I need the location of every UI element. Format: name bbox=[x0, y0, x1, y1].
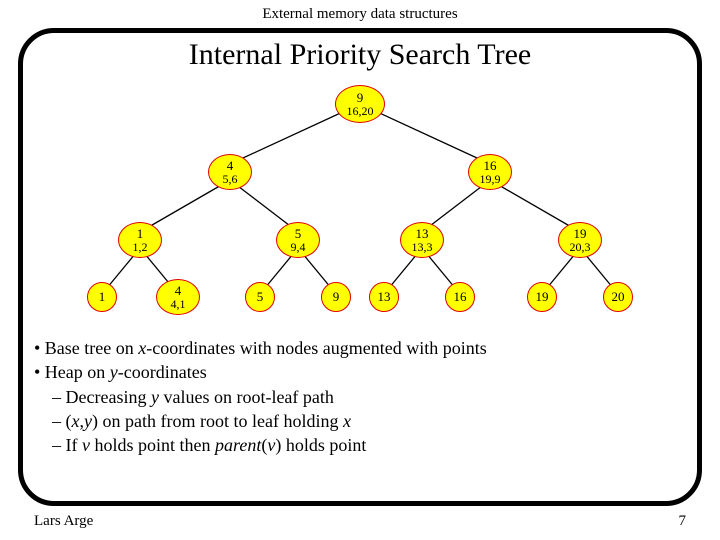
bullet-subitem: – If v holds point then parent(v) holds … bbox=[34, 433, 487, 457]
node-key: 20 bbox=[612, 290, 625, 304]
tree-leaf: 1 bbox=[87, 282, 117, 312]
node-point: 5,6 bbox=[223, 173, 238, 186]
node-key: 19 bbox=[536, 290, 549, 304]
bullet-subitem: – (x,y) on path from root to leaf holdin… bbox=[34, 409, 487, 433]
text: ) on path from root to leaf holding bbox=[92, 411, 343, 431]
bullet-item: • Base tree on x-coordinates with nodes … bbox=[34, 336, 487, 360]
node-point: 9,4 bbox=[291, 241, 306, 254]
tree-node: 5 9,4 bbox=[276, 222, 320, 258]
tree-leaf: 9 bbox=[321, 282, 351, 312]
node-point: 4,1 bbox=[171, 298, 186, 311]
text: – Decreasing bbox=[34, 387, 151, 407]
node-key: 16 bbox=[454, 290, 467, 304]
tree-node: 19 20,3 bbox=[558, 222, 602, 258]
node-key: 4 bbox=[175, 284, 182, 298]
text-italic: x bbox=[343, 411, 351, 431]
text: • Heap on bbox=[34, 362, 110, 382]
tree-node: 13 13,3 bbox=[400, 222, 444, 258]
slide: External memory data structures Internal… bbox=[0, 0, 720, 540]
bullet-subitem: – Decreasing y values on root-leaf path bbox=[34, 385, 487, 409]
tree-node: 16 19,9 bbox=[468, 154, 512, 190]
node-key: 9 bbox=[357, 91, 364, 105]
node-point: 13,3 bbox=[412, 241, 433, 254]
text: • Base tree on bbox=[34, 338, 138, 358]
text-italic: y bbox=[110, 362, 118, 382]
text-italic: y bbox=[84, 411, 92, 431]
tree-leaf: 19 bbox=[527, 282, 557, 312]
text: values on root-leaf path bbox=[159, 387, 334, 407]
node-point: 20,3 bbox=[570, 241, 591, 254]
node-key: 5 bbox=[257, 290, 264, 304]
tree-node: 4 5,6 bbox=[208, 154, 252, 190]
node-key: 4 bbox=[227, 159, 234, 173]
node-key: 9 bbox=[333, 290, 340, 304]
node-point: 19,9 bbox=[480, 173, 501, 186]
text: -coordinates with nodes augmented with p… bbox=[146, 338, 486, 358]
text: ) holds point bbox=[275, 435, 366, 455]
footer-page-number: 7 bbox=[679, 513, 687, 530]
tree-leaf: 20 bbox=[603, 282, 633, 312]
node-key: 13 bbox=[416, 227, 429, 241]
text: – ( bbox=[34, 411, 72, 431]
tree-root: 9 16,20 bbox=[335, 85, 385, 123]
node-key: 1 bbox=[99, 290, 106, 304]
node-key: 5 bbox=[295, 227, 302, 241]
text-italic: v bbox=[82, 435, 90, 455]
node-point: 16,20 bbox=[347, 105, 374, 118]
priority-search-tree: 9 16,20 4 5,6 16 19,9 1 1,2 5 9,4 13 13,… bbox=[40, 82, 680, 332]
tree-leaf: 4 4,1 bbox=[156, 279, 200, 315]
tree-leaf: 5 bbox=[245, 282, 275, 312]
tree-leaf: 16 bbox=[445, 282, 475, 312]
text-italic: x bbox=[72, 411, 80, 431]
text-italic: parent bbox=[215, 435, 261, 455]
node-key: 1 bbox=[137, 227, 144, 241]
slide-header: External memory data structures bbox=[0, 0, 720, 23]
text-italic: y bbox=[151, 387, 159, 407]
node-key: 19 bbox=[574, 227, 587, 241]
text: – If bbox=[34, 435, 82, 455]
node-key: 16 bbox=[484, 159, 497, 173]
tree-leaf: 13 bbox=[369, 282, 399, 312]
tree-node: 1 1,2 bbox=[118, 222, 162, 258]
bullet-list: • Base tree on x -coordinates with nodes … bbox=[34, 336, 487, 457]
bullet-item: • Heap on y-coordinates bbox=[34, 360, 487, 384]
footer-author: Lars Arge bbox=[34, 513, 93, 530]
text: holds point then bbox=[90, 435, 215, 455]
node-key: 13 bbox=[378, 290, 391, 304]
node-point: 1,2 bbox=[133, 241, 148, 254]
slide-title: Internal Priority Search Tree bbox=[0, 38, 720, 72]
text: -coordinates bbox=[118, 362, 207, 382]
